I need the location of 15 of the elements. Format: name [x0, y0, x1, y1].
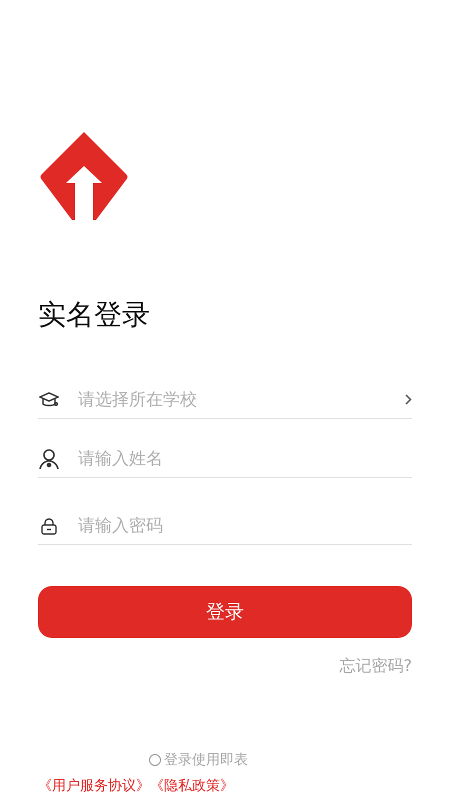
page-title: 实名登录 [38, 298, 151, 332]
logo-icon [38, 130, 130, 222]
chevron-right-icon [405, 394, 412, 406]
agreement-link[interactable]: 《隐私政策》 [150, 776, 234, 795]
consent-radio[interactable] [149, 754, 161, 766]
lock-icon [40, 516, 58, 535]
person-icon [38, 448, 60, 470]
school-select[interactable]: 请选择所在学校 [78, 390, 405, 410]
agreement-link[interactable]: 《用户服务协议》 [38, 776, 150, 795]
input-field[interactable]: 请输入姓名 [78, 448, 412, 469]
login-button[interactable]: 登录 [38, 586, 412, 638]
forgot-password-link[interactable]: 忘记密码? [340, 656, 412, 677]
consent-text: 登录使用即表 [164, 750, 248, 769]
input-field[interactable]: 请输入密码 [78, 516, 412, 536]
graduation-cap-icon [39, 392, 59, 408]
